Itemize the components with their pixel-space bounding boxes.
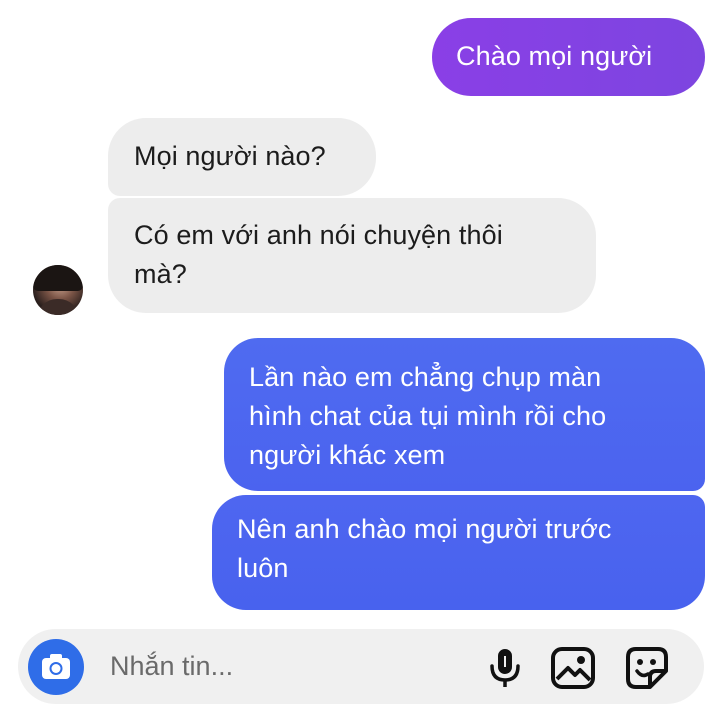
message-line: Lần nào em chẳng chụp màn	[249, 362, 602, 392]
message-input[interactable]: Nhắn tin...	[110, 649, 233, 683]
message-composer: Nhắn tin...	[18, 629, 704, 704]
message-bubble-outgoing[interactable]: Lần nào em chẳng chụp màn hình chat của …	[224, 338, 705, 491]
message-bubble-outgoing[interactable]: Chào mọi người	[432, 18, 705, 96]
message-bubble-incoming[interactable]: Mọi người nào?	[108, 118, 376, 196]
message-line: luôn	[237, 553, 289, 583]
message-line: mà?	[134, 259, 187, 289]
sticker-icon	[626, 647, 668, 689]
image-icon	[551, 647, 595, 689]
message-line: hình chat của tụi mình rồi cho	[249, 401, 607, 431]
camera-icon	[42, 654, 70, 679]
avatar-shoulder-shape	[37, 299, 79, 315]
contact-avatar[interactable]	[33, 265, 83, 315]
microphone-button[interactable]	[480, 643, 530, 693]
message-line: Chào mọi người	[456, 41, 653, 71]
message-bubble-outgoing[interactable]: Nên anh chào mọi người trước luôn	[212, 495, 705, 610]
camera-button[interactable]	[28, 639, 84, 695]
sticker-button[interactable]	[622, 643, 672, 693]
message-bubble-incoming[interactable]: Có em với anh nói chuyện thôi mà?	[108, 198, 596, 313]
message-line: người khác xem	[249, 440, 446, 470]
avatar-hair-shape	[33, 265, 83, 291]
microphone-icon	[490, 649, 520, 687]
message-line: Có em với anh nói chuyện thôi	[134, 220, 503, 250]
message-line: Nên anh chào mọi người trước	[237, 514, 612, 544]
gallery-button[interactable]	[548, 643, 598, 693]
chat-thread: Chào mọi người Mọi người nào? Có em với …	[0, 0, 720, 725]
message-line: Mọi người nào?	[134, 141, 326, 171]
